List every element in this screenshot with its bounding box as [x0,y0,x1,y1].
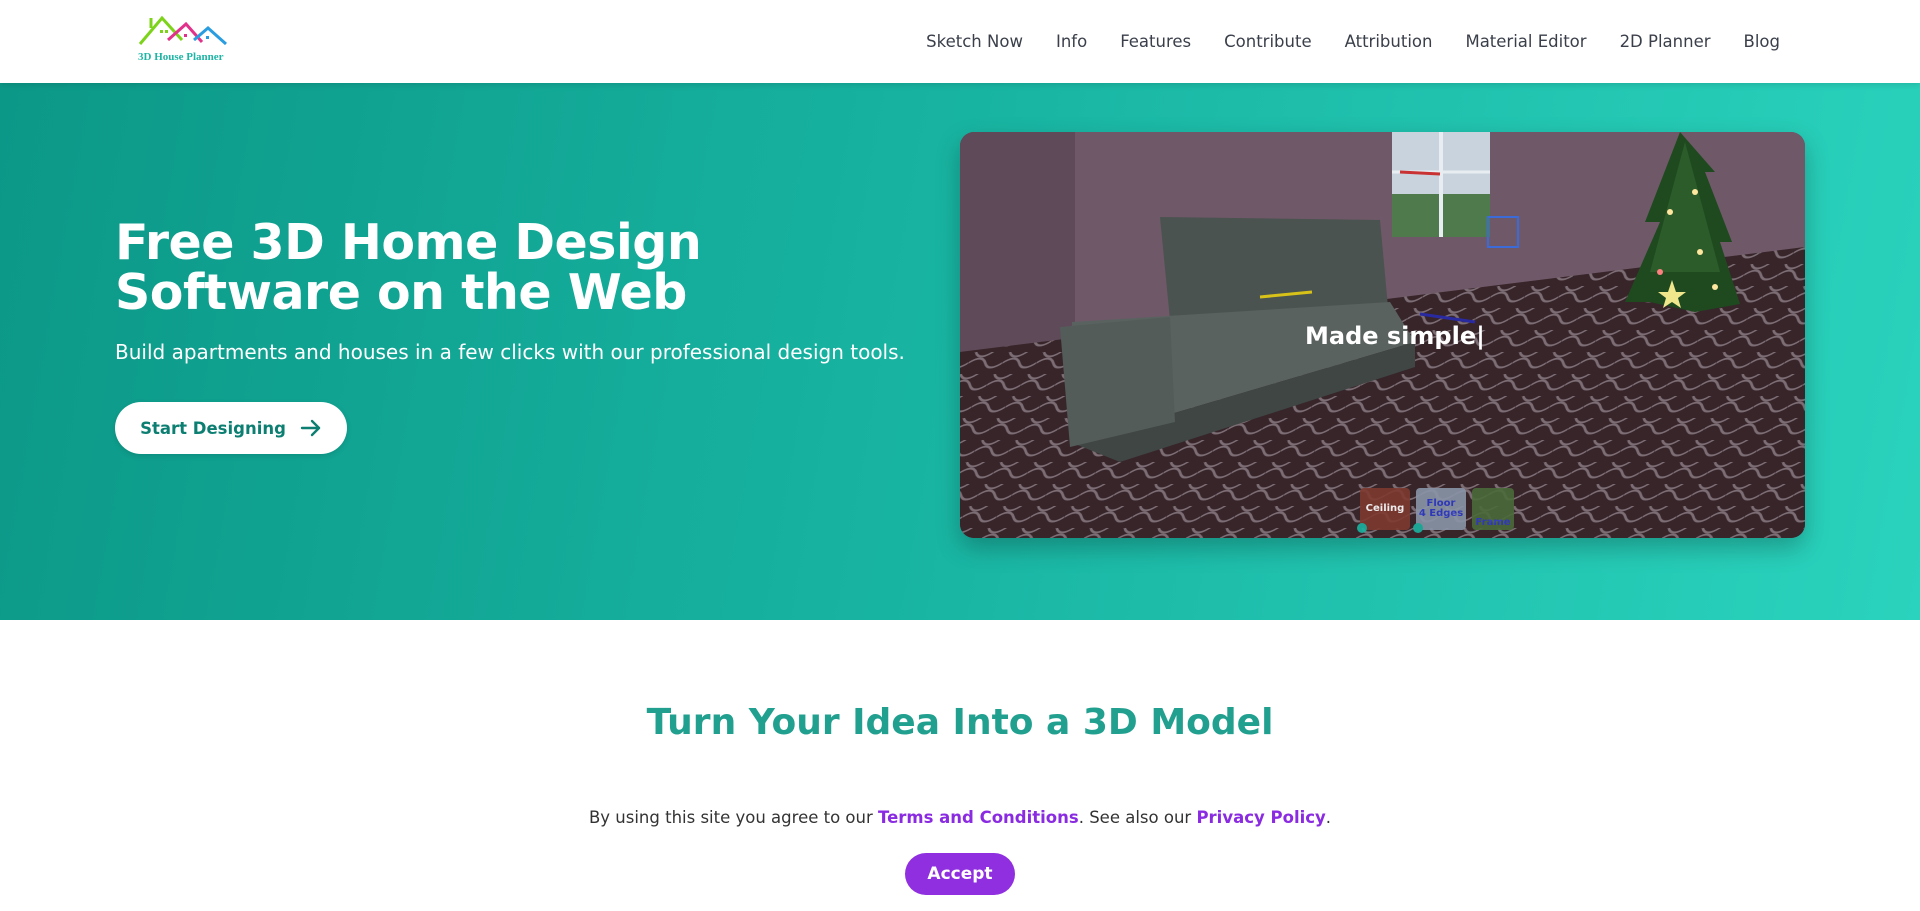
thumb-dot [1413,523,1423,533]
arrow-right-icon [300,419,321,437]
3d-preview[interactable]: Made simple| Ceiling Floor 4 Edges Frame [960,132,1805,538]
house-logo-icon [138,15,227,46]
cookie-prefix: By using this site you agree to our [588,808,879,827]
cookie-suffix: . [1325,808,1332,827]
site-logo[interactable]: 3D House Planner [138,14,238,70]
nav-contribute[interactable]: Contribute [1224,32,1311,51]
hero-title: Free 3D Home Design Software on the Web [115,214,702,321]
cookie-middle: . See also our [1078,808,1197,827]
section-title: Turn Your Idea Into a 3D Model [646,702,1274,743]
nav-attribution[interactable]: Attribution [1345,32,1433,51]
nav-sketch-now[interactable]: Sketch Now [926,32,1023,51]
nav-material-editor[interactable]: Material Editor [1465,32,1586,51]
material-thumbnails: Ceiling Floor 4 Edges Frame [1357,488,1514,533]
thumb-floor[interactable]: Floor 4 Edges [1413,488,1466,533]
start-designing-button[interactable]: Start Designing [115,402,347,454]
accept-button[interactable]: Accept [905,853,1015,895]
thumb-frame-label: Frame [1475,517,1511,528]
logo-text: 3D House Planner [138,51,224,63]
thumb-frame[interactable]: Frame [1472,488,1514,530]
hero-section: Free 3D Home Design Software on the Web … [0,83,1920,620]
thumb-ceiling[interactable]: Ceiling [1357,488,1410,533]
thumb-floor-sub: 4 Edges [1418,508,1464,519]
thumb-dot [1357,523,1367,533]
start-designing-label: Start Designing [140,418,286,438]
nav-features[interactable]: Features [1120,32,1191,51]
nav-2d-planner[interactable]: 2D Planner [1620,32,1711,51]
hero-subtitle: Build apartments and houses in a few cli… [115,340,905,364]
nav-info[interactable]: Info [1056,32,1087,51]
cookie-notice: By using this site you agree to our Term… [0,808,1920,827]
thumb-ceiling-label: Ceiling [1365,503,1405,514]
main-nav: Sketch Now Info Features Contribute Attr… [893,0,1780,83]
preview-caption: Made simple| [1305,322,1485,350]
terms-link[interactable]: Terms and Conditions [878,808,1079,827]
nav-blog[interactable]: Blog [1744,32,1780,51]
site-header: 3D House Planner Sketch Now Info Feature… [0,0,1920,83]
privacy-link[interactable]: Privacy Policy [1196,808,1325,827]
